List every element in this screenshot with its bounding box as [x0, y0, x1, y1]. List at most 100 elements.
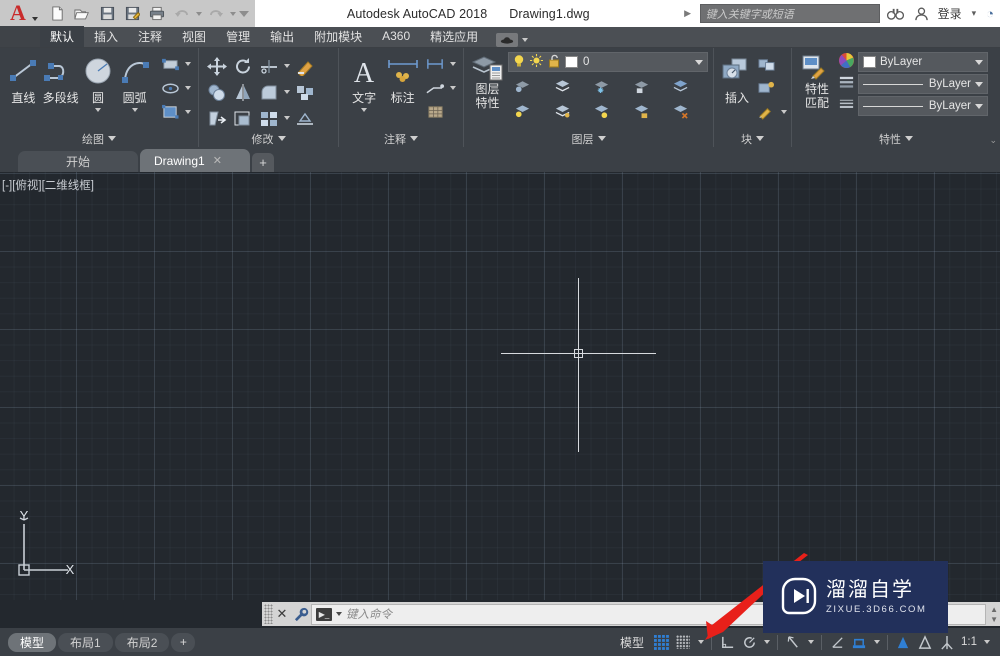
layer-properties-button[interactable]: 图层 特性: [469, 52, 506, 110]
panel-draw-title[interactable]: 绘图: [0, 130, 198, 147]
snap-settings-caret-icon[interactable]: [695, 632, 706, 652]
rotate-icon[interactable]: [230, 54, 256, 78]
line-button[interactable]: 直线: [5, 52, 42, 106]
fillet-icon[interactable]: [256, 80, 282, 104]
layer-off-icon[interactable]: [510, 74, 536, 98]
model-space-indicator[interactable]: 模型: [615, 634, 649, 651]
rectangle-dropdown-caret-icon[interactable]: [183, 52, 193, 76]
ribbon-tab-featured-apps[interactable]: 精选应用: [420, 26, 488, 47]
lineweight-dropdown[interactable]: ByLayer: [858, 96, 988, 116]
dimension-button[interactable]: 标注: [384, 52, 421, 106]
snap-mode-toggle[interactable]: [673, 632, 693, 652]
rectangle-icon[interactable]: [157, 52, 183, 76]
leader-dropdown-caret-icon[interactable]: [448, 76, 458, 100]
move-icon[interactable]: [204, 54, 230, 78]
layer-delete-icon[interactable]: [668, 99, 694, 123]
layout-tab-layout1[interactable]: 布局1: [58, 632, 113, 652]
application-menu-button[interactable]: A: [0, 0, 42, 27]
layout-tab-model[interactable]: 模型: [8, 632, 57, 652]
workspace-cloud-icon[interactable]: [496, 33, 519, 47]
array-dropdown-caret-icon[interactable]: [282, 106, 292, 130]
command-scroll-down-icon[interactable]: ▼: [990, 615, 998, 624]
panel-layers-title[interactable]: 图层: [464, 130, 713, 147]
viewport-label[interactable]: [-][俯视][二维线框]: [2, 177, 94, 193]
undo-dropdown-caret-icon[interactable]: [196, 11, 202, 16]
panel-block-title[interactable]: 块: [714, 130, 791, 147]
redo-dropdown-caret-icon[interactable]: [230, 11, 236, 16]
create-block-icon[interactable]: [753, 52, 779, 76]
text-dropdown-caret-icon[interactable]: [361, 108, 368, 112]
mirror-icon[interactable]: [230, 80, 256, 104]
ribbon-tab-view[interactable]: 视图: [172, 26, 216, 47]
current-layer-dropdown[interactable]: 0: [508, 52, 708, 72]
stretch-icon[interactable]: [204, 106, 230, 130]
annotation-visibility-toggle[interactable]: [893, 632, 913, 652]
fillet-dropdown-caret-icon[interactable]: [282, 80, 292, 104]
help-icon[interactable]: ◔: [986, 6, 994, 21]
ucs-settings-caret-icon[interactable]: [871, 632, 882, 652]
file-tab-drawing1[interactable]: Drawing1 ✕: [140, 149, 250, 172]
new-layout-button[interactable]: +: [171, 632, 196, 652]
edit-attribute-icon[interactable]: [753, 76, 779, 100]
printer-icon[interactable]: [146, 3, 168, 24]
dynamic-ucs-toggle[interactable]: [849, 632, 869, 652]
circle-button[interactable]: 圆: [80, 52, 117, 112]
grid-display-toggle[interactable]: [651, 632, 671, 652]
command-line-close-button[interactable]: ✕: [273, 606, 291, 622]
edit-block-icon[interactable]: [753, 100, 779, 124]
table-icon[interactable]: [422, 100, 448, 124]
close-icon[interactable]: ✕: [213, 154, 222, 167]
wrench-icon[interactable]: [291, 607, 311, 622]
chevron-down-icon[interactable]: ▾: [968, 8, 981, 19]
sun-freeze-icon[interactable]: [530, 54, 543, 70]
undo-arrow-icon[interactable]: [171, 3, 193, 24]
polyline-button[interactable]: 多段线: [42, 52, 80, 106]
array-icon[interactable]: [256, 106, 282, 130]
chevron-down-icon[interactable]: [975, 103, 983, 109]
floppy-save-as-icon[interactable]: [121, 3, 143, 24]
annotation-scale-icon-button[interactable]: [937, 632, 957, 652]
chevron-down-icon[interactable]: [695, 59, 703, 65]
lineweight-icon[interactable]: [838, 96, 855, 116]
offset-icon[interactable]: [292, 106, 318, 130]
redo-arrow-icon[interactable]: [205, 3, 227, 24]
search-expand-arrow-icon[interactable]: ▶: [682, 8, 694, 19]
block-dropdown-caret-icon[interactable]: [779, 100, 789, 124]
unlock-icon[interactable]: [548, 54, 560, 71]
trim-dropdown-caret-icon[interactable]: [282, 54, 292, 78]
workspace-dropdown-caret-icon[interactable]: [522, 38, 529, 42]
ellipse-dropdown-caret-icon[interactable]: [183, 76, 193, 100]
ribbon-tab-addins[interactable]: 附加模块: [304, 26, 372, 47]
lightbulb-on-icon[interactable]: [513, 54, 525, 71]
autoscale-toggle[interactable]: [915, 632, 935, 652]
ortho-mode-toggle[interactable]: [717, 632, 737, 652]
color-wheel-icon[interactable]: [838, 52, 855, 72]
layer-thaw-icon[interactable]: [589, 99, 615, 123]
layer-freeze-icon[interactable]: [589, 74, 615, 98]
sign-in-link[interactable]: 登录: [938, 5, 962, 22]
text-button[interactable]: A 文字: [344, 52, 384, 112]
color-dropdown[interactable]: ByLayer: [858, 52, 988, 72]
ribbon-tab-home[interactable]: 默认: [40, 26, 85, 47]
layer-merge-icon[interactable]: [668, 74, 694, 98]
osnap-settings-caret-icon[interactable]: [805, 632, 816, 652]
panel-modify-title[interactable]: 修改: [199, 130, 338, 147]
hatch-icon[interactable]: [157, 100, 183, 124]
command-prompt-icon[interactable]: ▶_: [316, 607, 332, 621]
circle-dropdown-caret-icon[interactable]: [95, 108, 101, 112]
panel-annotation-title[interactable]: 注释: [339, 130, 463, 147]
polar-settings-caret-icon[interactable]: [761, 632, 772, 652]
polar-tracking-toggle[interactable]: [739, 632, 759, 652]
object-snap-tracking-toggle[interactable]: [827, 632, 847, 652]
layer-lock-icon[interactable]: [629, 74, 655, 98]
ribbon-tab-annotate[interactable]: 注释: [128, 26, 172, 47]
layer-on-icon[interactable]: [510, 99, 536, 123]
layout-tab-layout2[interactable]: 布局2: [114, 632, 170, 652]
ribbon-tab-manage[interactable]: 管理: [216, 26, 260, 47]
ribbon-tab-a360[interactable]: A360: [372, 26, 420, 47]
layer-isolate-icon[interactable]: [550, 74, 576, 98]
chevron-down-icon[interactable]: [975, 81, 983, 87]
search-input[interactable]: 键入关键字或短语: [699, 4, 880, 23]
ribbon-tab-output[interactable]: 输出: [260, 26, 304, 47]
open-folder-icon[interactable]: [71, 3, 93, 24]
